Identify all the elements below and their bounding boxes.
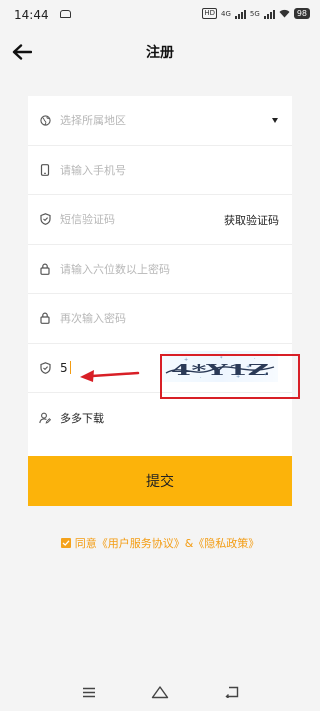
submit-button[interactable]: 提交 [28,456,292,506]
password-input[interactable]: 请输入六位数以上密码 [28,245,292,294]
sms-code-input[interactable]: 短信验证码 获取验证码 [28,195,292,245]
home-icon [151,686,169,699]
sms-placeholder: 短信验证码 [60,213,115,227]
lock-icon [39,312,51,325]
status-bar: 14:44 HD 4G 5G 98 [0,0,320,30]
agreement-prefix: 同意 [74,537,97,550]
network-badge-5g: 5G [249,9,260,18]
phone-placeholder: 请输入手机号 [60,163,126,177]
menu-button[interactable] [80,683,98,701]
status-indicators: HD 4G 5G 98 [202,8,310,19]
hd-icon: HD [202,8,218,19]
system-nav-bar [0,671,320,711]
agreement-connector: & [184,536,194,550]
svg-text:+: + [184,357,188,363]
check-icon [62,540,70,546]
notification-app-icon [60,10,71,18]
agreement-row: 同意 《用户服务协议》 & 《隐私政策》 [0,535,320,551]
network-badge-4g: 4G [221,9,231,18]
inviter-value: 多多下载 [60,411,104,425]
back-nav-button[interactable] [223,683,241,701]
lock-icon [39,263,51,275]
shield-check-icon [39,361,51,374]
user-edit-icon [39,412,51,424]
text-cursor [69,361,71,375]
agreement-checkbox[interactable] [60,538,71,548]
password-placeholder: 请输入六位数以上密码 [60,262,170,276]
svg-text:+: + [236,374,240,380]
terms-link[interactable]: 《用户服务协议》 [97,535,185,551]
signal-icon [234,9,246,19]
svg-text:+: + [246,364,250,370]
captcha-input[interactable]: 5 [60,361,71,375]
captcha-input-value: 5 [60,360,68,375]
privacy-link[interactable]: 《隐私政策》 [193,535,259,551]
nav-bar: 注册 [0,30,320,74]
phone-icon [39,163,51,176]
signal-icon-2 [263,9,275,19]
globe-icon [39,114,51,126]
home-button[interactable] [151,683,169,701]
dropdown-arrow-icon [272,118,278,123]
menu-icon [83,687,95,697]
captcha-image[interactable]: 4*Y1Z + · * + · * · + [162,350,278,382]
page-title: 注册 [146,45,174,61]
confirm-password-placeholder: 再次输入密码 [60,312,126,326]
registration-form: 选择所属地区 请输入手机号 短信验证码 获取验证码 请输入六位数以上密码 再次输… [28,96,292,456]
captcha-row: 5 4*Y1Z + · * + · * · + [28,344,292,393]
red-arrow-annotation [80,370,140,382]
region-placeholder: 选择所属地区 [60,114,126,128]
inviter-input[interactable]: 多多下载 [28,393,292,443]
confirm-password-input[interactable]: 再次输入密码 [28,294,292,344]
wifi-icon [279,9,290,18]
return-icon [225,686,239,698]
phone-input[interactable]: 请输入手机号 [28,146,292,195]
shield-check-icon [39,213,51,226]
battery-icon: 98 [293,8,310,19]
get-code-button[interactable]: 获取验证码 [224,212,279,228]
region-select[interactable]: 选择所属地区 [28,96,292,146]
status-time: 14:44 [14,8,49,22]
